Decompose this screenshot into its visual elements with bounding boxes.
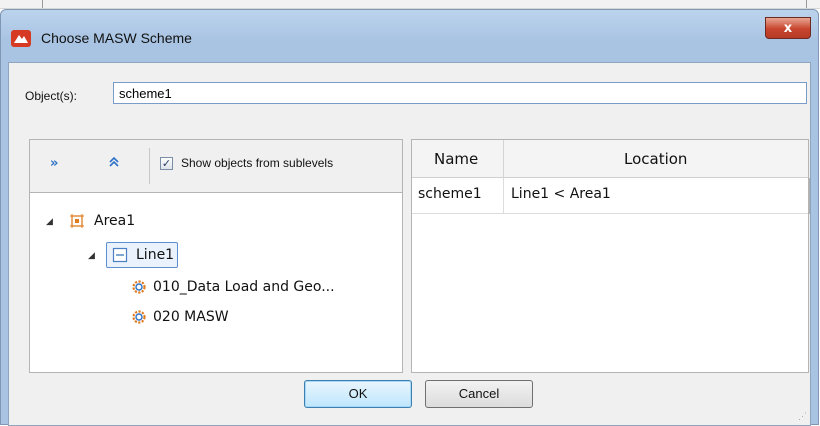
cell-location: Line1 < Area1 [511, 186, 611, 202]
tree-node-label: 010_Data Load and Geo... [153, 279, 335, 295]
dialog-title: Choose MASW Scheme [41, 30, 192, 46]
column-header-location[interactable]: Location [504, 140, 808, 178]
ok-button[interactable]: OK [304, 380, 412, 408]
double-chevron-right-icon: » [50, 156, 59, 171]
line-icon [112, 247, 128, 267]
app-logo-icon [11, 30, 31, 47]
collapse-all-button[interactable] [108, 156, 120, 172]
objects-input[interactable] [113, 82, 807, 104]
strip-divider [806, 0, 807, 8]
toolbar-divider [149, 148, 150, 184]
column-header-label: Name [434, 150, 479, 168]
tree-node-label: Area1 [94, 213, 136, 229]
tree-toolbar: » ✓ Show objects from sublevels [30, 140, 402, 192]
expand-triangle-icon[interactable]: ◢ [88, 251, 95, 261]
objects-label: Object(s): [25, 89, 78, 103]
expand-all-button[interactable]: » [50, 156, 58, 171]
tree-node-label: 020 MASW [153, 309, 229, 325]
background-window-strip [0, 0, 820, 9]
show-sublevels-label: Show objects from sublevels [181, 156, 334, 170]
tree-node-area1[interactable]: ◢ Area1 [46, 211, 346, 233]
cell-divider [503, 178, 504, 214]
results-table: Name Location scheme1 Line1 < Area1 [411, 139, 810, 373]
column-header-name[interactable]: Name [412, 140, 503, 178]
tree-node-line1[interactable]: ◢ Line1 [88, 242, 388, 268]
expand-triangle-icon[interactable]: ◢ [46, 217, 53, 227]
gear-icon [131, 309, 147, 329]
dialog-window: Choose MASW Scheme x Object(s): » ✓ Show… [0, 9, 819, 426]
tree-node-scheme-020[interactable]: 020 MASW [131, 307, 401, 329]
row-edge [809, 178, 810, 214]
dialog-body: Object(s): » ✓ Show objects from subleve… [8, 62, 811, 426]
table-row[interactable]: scheme1 Line1 < Area1 [412, 178, 810, 214]
strip-divider [42, 0, 43, 8]
title-bar[interactable]: Choose MASW Scheme x [1, 10, 818, 54]
tree-panel: » ✓ Show objects from sublevels ◢ Area1 … [29, 139, 403, 373]
cell-name: scheme1 [418, 186, 482, 202]
cancel-button[interactable]: Cancel [425, 380, 533, 408]
tree-node-label: Line1 [136, 247, 175, 263]
resize-grip-icon[interactable]: ⋰ [798, 412, 807, 422]
close-button[interactable]: x [765, 17, 811, 39]
checkmark-icon[interactable]: ✓ [160, 157, 173, 170]
area-icon [69, 213, 85, 233]
column-header-label: Location [624, 150, 688, 168]
object-tree: ◢ Area1 ◢ Line1 010_Data Load and Geo...… [30, 192, 402, 372]
double-chevron-up-icon [108, 156, 120, 172]
gear-icon [131, 279, 147, 299]
tree-node-scheme-010[interactable]: 010_Data Load and Geo... [131, 277, 401, 299]
